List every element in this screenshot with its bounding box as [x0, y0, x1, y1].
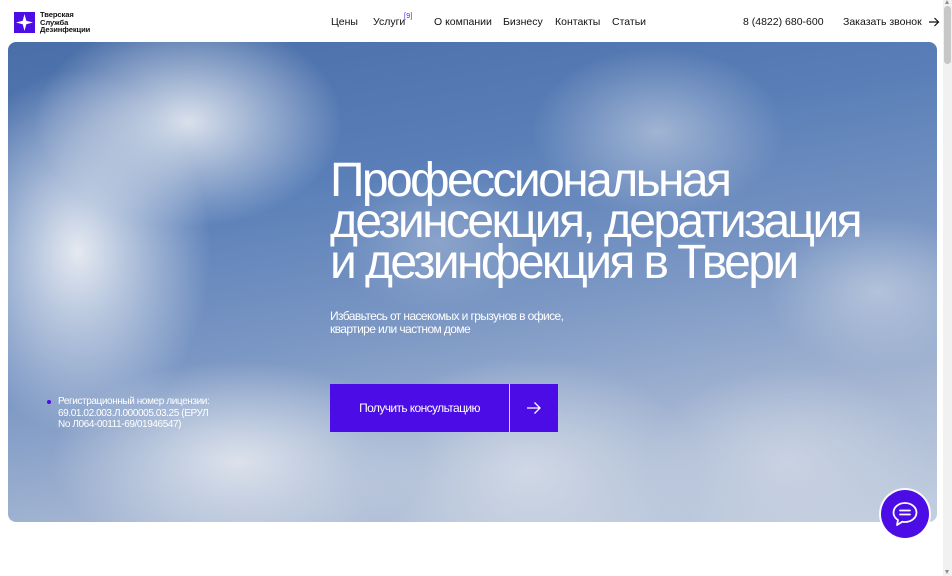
logo[interactable]: Тверская Служба Дезинфекции: [14, 11, 90, 34]
callback-label: Заказать звонок: [843, 16, 922, 28]
consultation-button-label: Получить консультацию: [330, 384, 509, 432]
license-text: Регистрационный номер лицензии: 69.01.02…: [58, 396, 210, 431]
arrow-right-icon: [527, 402, 541, 414]
nav-item-business[interactable]: Бизнесу: [503, 15, 543, 29]
hero-subtitle: Избавьтесь от насекомых и грызунов в офи…: [330, 310, 564, 336]
cta-arrow-button[interactable]: [510, 384, 558, 432]
nav-services-count: 9: [406, 13, 411, 20]
bullet-dot-icon: [47, 400, 51, 404]
license-line: Регистрационный номер лицензии:: [58, 396, 210, 407]
callback-button[interactable]: Заказать звонок: [843, 15, 940, 29]
license-line: 69.01.02.003.Л.000005.03.25 (ЕРУЛ: [58, 407, 209, 419]
arrow-right-icon: [928, 17, 940, 27]
license-line: No Л064-00111-69/01946547): [58, 419, 182, 430]
nav-item-prices[interactable]: Цены: [331, 15, 358, 29]
phone-link[interactable]: 8 (4822) 680-600: [743, 15, 824, 29]
chat-bubble-icon: [892, 502, 918, 526]
hero-title-line: и дезинфекция в Твери: [330, 236, 799, 289]
scroll-down-arrow-icon[interactable]: [945, 570, 949, 574]
chat-widget-button[interactable]: [881, 490, 929, 538]
logo-line: Дезинфекции: [40, 25, 91, 35]
logo-mark-icon: [14, 11, 35, 33]
hero-subtitle-line: квартире или частном доме: [330, 322, 471, 336]
scroll-up-arrow-icon[interactable]: [945, 0, 949, 4]
nav-services-count-badge: [9]: [404, 13, 413, 20]
nav-item-services[interactable]: Услуги: [373, 15, 405, 29]
scrollbar-thumb[interactable]: [944, 6, 951, 64]
nav-item-contacts[interactable]: Контакты: [555, 15, 600, 29]
hero-banner: Профессиональная дезинсекция, дератизаци…: [8, 42, 937, 522]
nav-item-about[interactable]: О компании: [434, 15, 492, 29]
nav-item-articles[interactable]: Статьи: [612, 15, 646, 29]
consultation-button[interactable]: Получить консультацию: [330, 384, 558, 432]
page-scrollbar[interactable]: [943, 0, 952, 576]
hero-title: Профессиональная дезинсекция, дератизаци…: [330, 157, 863, 289]
logo-text: Тверская Служба Дезинфекции: [40, 11, 90, 34]
